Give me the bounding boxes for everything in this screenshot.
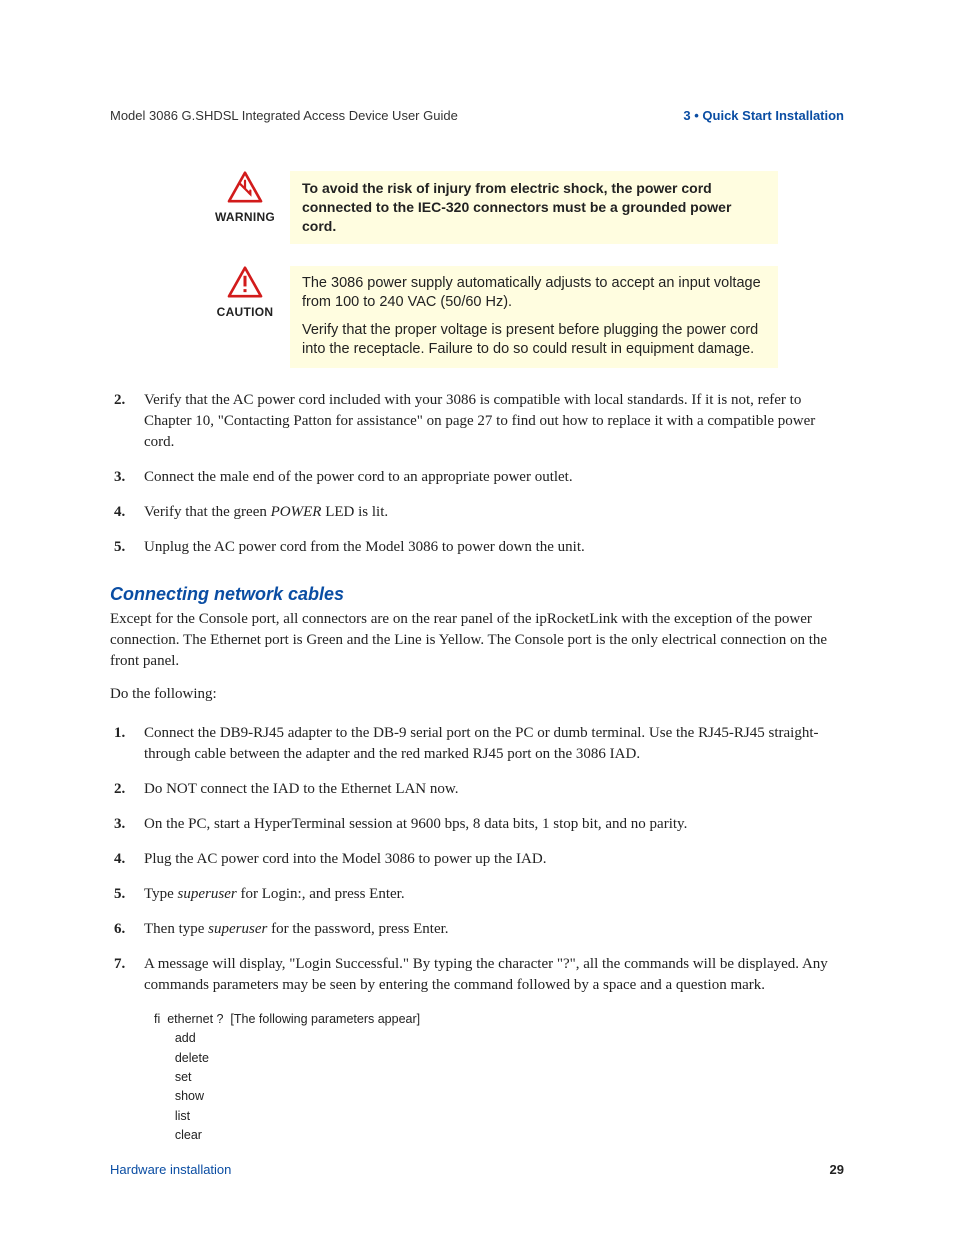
caution-text-1: The 3086 power supply automatically adju… xyxy=(302,274,766,313)
caution-label: CAUTION xyxy=(217,305,274,319)
warning-label: WARNING xyxy=(215,210,275,224)
section-intro: Except for the Console port, all connect… xyxy=(110,609,844,672)
steps-list-b: Connect the DB9-RJ45 adapter to the DB-9… xyxy=(110,723,844,996)
step-b4: Plug the AC power cord into the Model 30… xyxy=(110,849,844,870)
warning-text: To avoid the risk of injury from electri… xyxy=(302,179,766,236)
step-b1: Connect the DB9-RJ45 adapter to the DB-9… xyxy=(110,723,844,765)
warning-box: To avoid the risk of injury from electri… xyxy=(290,171,778,244)
header-left: Model 3086 G.SHDSL Integrated Access Dev… xyxy=(110,108,458,123)
step-b7: A message will display, "Login Successfu… xyxy=(110,954,844,996)
step-a2: Verify that the AC power cord included w… xyxy=(110,390,844,453)
step-b6: Then type superuser for the password, pr… xyxy=(110,919,844,940)
step-a5: Unplug the AC power cord from the Model … xyxy=(110,537,844,558)
step-a4: Verify that the green POWER LED is lit. xyxy=(110,502,844,523)
running-footer: Hardware installation 29 xyxy=(110,1162,844,1177)
warning-callout: WARNING To avoid the risk of injury from… xyxy=(218,171,778,244)
steps-list-a: Verify that the AC power cord included w… xyxy=(110,390,844,558)
step-b3: On the PC, start a HyperTerminal session… xyxy=(110,814,844,835)
warning-icon-block: WARNING xyxy=(218,171,272,224)
section-lead: Do the following: xyxy=(110,684,844,705)
footer-left: Hardware installation xyxy=(110,1162,231,1177)
header-right: 3 • Quick Start Installation xyxy=(683,108,844,123)
caution-text-2: Verify that the proper voltage is presen… xyxy=(302,321,766,360)
caution-triangle-icon xyxy=(227,266,263,303)
section-heading: Connecting network cables xyxy=(110,584,844,605)
step-b2: Do NOT connect the IAD to the Ethernet L… xyxy=(110,779,844,800)
caution-callout: CAUTION The 3086 power supply automatica… xyxy=(218,266,778,368)
caution-icon-block: CAUTION xyxy=(218,266,272,319)
caution-box: The 3086 power supply automatically adju… xyxy=(290,266,778,368)
running-header: Model 3086 G.SHDSL Integrated Access Dev… xyxy=(110,108,844,123)
step-b5: Type superuser for Login:, and press Ent… xyxy=(110,884,844,905)
page-number: 29 xyxy=(830,1162,844,1177)
step-a3: Connect the male end of the power cord t… xyxy=(110,467,844,488)
terminal-output: fi ethernet ? [The following parameters … xyxy=(154,1010,844,1146)
warning-triangle-icon xyxy=(227,171,263,208)
